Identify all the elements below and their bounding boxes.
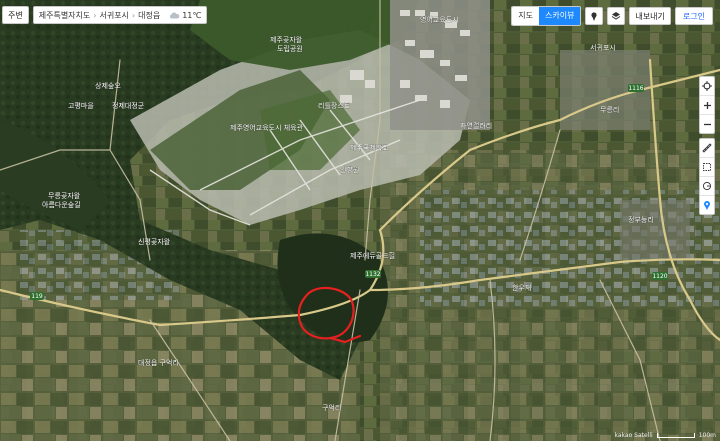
roadview-button[interactable] <box>585 7 604 25</box>
svg-text:서귀포시: 서귀포시 <box>590 43 616 52</box>
pin-icon <box>591 12 598 21</box>
svg-text:제주에듀골드힐: 제주에듀골드힐 <box>350 251 395 260</box>
zoom-in-button[interactable] <box>700 96 714 115</box>
svg-text:구억리: 구억리 <box>322 403 341 412</box>
layers-button[interactable] <box>607 7 626 25</box>
svg-text:상제숲오: 상제숲오 <box>95 81 121 90</box>
scale-label: 100m <box>698 432 716 439</box>
svg-text:대정읍 구억리: 대정읍 구억리 <box>138 358 179 367</box>
svg-text:무릉리: 무릉리 <box>600 105 619 114</box>
area-icon <box>703 163 711 171</box>
top-left-toolbar: 주변 제주특별자치도 › 서귀포시 › 대정읍 11℃ <box>2 6 208 24</box>
svg-text:1132: 1132 <box>365 271 380 278</box>
road-number-119: 119 <box>31 293 43 300</box>
breadcrumb-separator-icon: › <box>93 10 97 20</box>
cloud-icon <box>170 12 180 18</box>
login-button[interactable]: 로그인 <box>674 7 713 25</box>
satellite-map[interactable]: 119 1132 1116 1120 제주곶자왈 도립공원 고평마을 상제숲오 … <box>0 0 720 441</box>
plus-icon <box>703 101 711 109</box>
breadcrumb-town[interactable]: 대정읍 <box>138 10 160 21</box>
radius-icon <box>702 181 712 191</box>
zoom-controls <box>699 76 715 134</box>
zoom-out-button[interactable] <box>700 115 714 133</box>
breadcrumb-province[interactable]: 제주특별자치도 <box>39 10 91 21</box>
place-pin-button[interactable] <box>700 196 714 214</box>
minus-icon <box>703 123 711 125</box>
label-park: 제주곶자왈 <box>270 35 303 44</box>
ruler-icon <box>702 143 712 153</box>
map-type-toggle: 지도 스카이뷰 <box>511 6 582 26</box>
map-view-tab[interactable]: 지도 <box>512 7 539 25</box>
radius-tool-button[interactable] <box>700 177 714 196</box>
layers-icon <box>612 12 621 20</box>
scale-bar <box>656 433 695 438</box>
distance-tool-button[interactable] <box>700 139 714 158</box>
svg-text:정제대정군: 정제대정군 <box>112 101 145 110</box>
svg-text:리틀장스트: 리틀장스트 <box>318 101 351 110</box>
svg-text:무릉곶자왈: 무릉곶자왈 <box>48 191 81 200</box>
breadcrumb-separator-icon: › <box>131 10 136 20</box>
area-tool-button[interactable] <box>700 158 714 177</box>
svg-text:자연갤러리: 자연갤러리 <box>460 121 492 130</box>
svg-text:제주영어교육도시 체육관: 제주영어교육도시 체육관 <box>230 123 304 132</box>
nearby-button[interactable]: 주변 <box>2 6 29 24</box>
attribution-text: kakao Satelli <box>614 432 653 439</box>
svg-text:고평마을: 고평마을 <box>68 101 94 110</box>
svg-text:제주국제학교: 제주국제학교 <box>350 143 389 152</box>
svg-text:인향원: 인향원 <box>340 165 359 174</box>
breadcrumb-city[interactable]: 서귀포시 <box>99 10 128 21</box>
svg-text:영어교육도시: 영어교육도시 <box>420 15 459 24</box>
top-right-toolbar: 지도 스카이뷰 내보내기 로그인 <box>511 6 713 26</box>
my-location-button[interactable] <box>700 77 714 96</box>
export-button[interactable]: 내보내기 <box>629 7 671 25</box>
crosshair-icon <box>702 81 712 91</box>
weather-widget: 11℃ <box>169 11 201 20</box>
location-pin-icon <box>704 201 710 210</box>
breadcrumb: 제주특별자치도 › 서귀포시 › 대정읍 11℃ <box>32 6 208 24</box>
svg-text:1120: 1120 <box>652 273 667 280</box>
map-tools <box>699 138 715 215</box>
svg-text:1116: 1116 <box>628 85 643 92</box>
svg-text:아름다운숲길: 아름다운숲길 <box>42 200 81 209</box>
svg-text:정부능리: 정부능리 <box>628 215 654 224</box>
weather-temperature: 11℃ <box>182 10 202 20</box>
map-attribution: kakao Satelli 100m <box>615 432 717 439</box>
svg-text:도립공원: 도립공원 <box>277 44 303 53</box>
svg-text:신평곶자왈: 신평곶자왈 <box>138 237 171 246</box>
skyview-tab[interactable]: 스카이뷰 <box>539 7 581 25</box>
svg-text:한우재: 한우재 <box>512 284 531 292</box>
